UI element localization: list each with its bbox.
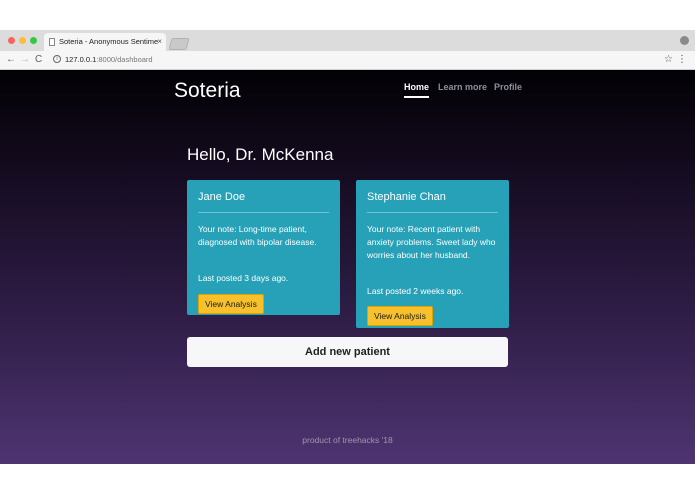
view-analysis-button[interactable]: View Analysis <box>198 294 264 314</box>
card-divider <box>367 212 498 213</box>
tab-title: Soteria - Anonymous Sentime <box>59 37 159 46</box>
page-title: Hello, Dr. McKenna <box>187 145 334 164</box>
patient-note: Your note: Long-time patient, diagnosed … <box>198 224 317 247</box>
bookmark-star-icon[interactable]: ☆ <box>664 52 673 68</box>
patient-card: Jane Doe Your note: Long-time patient, d… <box>187 180 340 315</box>
browser-menu-icon[interactable]: ⋮ <box>677 52 687 68</box>
minimize-window-button[interactable] <box>19 37 26 44</box>
maximize-window-button[interactable] <box>30 37 37 44</box>
last-posted: Last posted 2 weeks ago. <box>367 286 464 296</box>
patient-card: Stephanie Chan Your note: Recent patient… <box>356 180 509 328</box>
close-window-button[interactable] <box>8 37 15 44</box>
patient-note: Your note: Recent patient with anxiety p… <box>367 224 496 260</box>
nav-learn-more[interactable]: Learn more <box>438 82 487 92</box>
url-host: 127.0.0.1 <box>65 55 97 64</box>
document-icon <box>49 38 55 46</box>
brand-logo[interactable]: Soteria <box>174 79 241 103</box>
patient-name: Stephanie Chan <box>367 191 446 203</box>
profile-icon[interactable] <box>680 36 689 45</box>
view-analysis-button[interactable]: View Analysis <box>367 306 433 326</box>
info-icon[interactable]: i <box>53 55 61 63</box>
url-field[interactable]: 127.0.0.1:8000/dashboard <box>65 52 153 68</box>
nav-home[interactable]: Home <box>404 82 429 92</box>
tab-close-icon[interactable]: × <box>157 33 162 51</box>
back-arrow-icon[interactable]: ← <box>6 52 16 68</box>
card-divider <box>198 212 329 213</box>
browser-tab-bar: Soteria - Anonymous Sentime × <box>0 30 695 51</box>
forward-arrow-icon[interactable]: → <box>20 52 30 68</box>
patient-name: Jane Doe <box>198 191 246 203</box>
address-bar: ← → C i 127.0.0.1:8000/dashboard ☆ ⋮ <box>0 51 695 70</box>
add-patient-button[interactable]: Add new patient <box>187 337 508 367</box>
browser-tab-active[interactable]: Soteria - Anonymous Sentime × <box>44 33 166 51</box>
active-nav-underline <box>404 96 429 98</box>
dashboard-page: Soteria Home Learn more Profile Hello, D… <box>0 70 695 464</box>
last-posted: Last posted 3 days ago. <box>198 273 289 283</box>
footer-text: product of treehacks '18 <box>302 435 393 445</box>
reload-icon[interactable]: C <box>35 52 42 68</box>
new-tab-button[interactable] <box>168 38 190 50</box>
url-path: :8000/dashboard <box>96 55 153 64</box>
nav-profile[interactable]: Profile <box>494 82 522 92</box>
